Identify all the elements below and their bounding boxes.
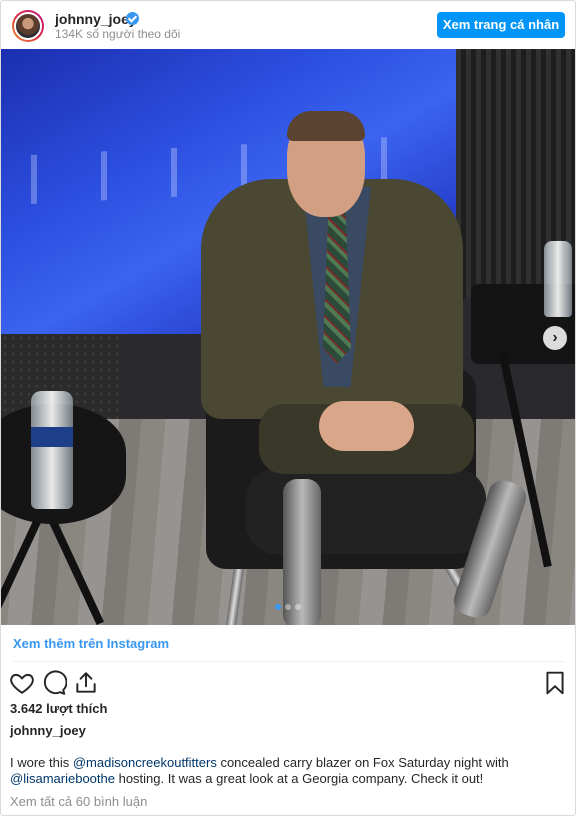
action-bar	[1, 668, 575, 698]
bookmark-icon[interactable]	[542, 670, 568, 696]
water-bottle-right	[544, 241, 572, 317]
heart-icon[interactable]	[9, 670, 35, 696]
follower-count: 134K số người theo dõi	[55, 27, 181, 41]
post-caption: I wore this @madisoncreekoutfitters conc…	[10, 755, 565, 787]
chair-seat	[246, 469, 486, 554]
view-profile-button[interactable]: Xem trang cá nhân	[437, 12, 565, 38]
person-hair	[287, 111, 365, 141]
mention-link[interactable]: @madisoncreekoutfitters	[73, 755, 217, 770]
caption-text: hosting. It was a great look at a Georgi…	[114, 771, 484, 786]
carousel-dot	[295, 604, 301, 610]
post-header: johnny_joey 134K số người theo dõi Xem t…	[1, 1, 575, 49]
caption-text: concealed carry blazer on Fox Saturday n…	[216, 755, 509, 770]
share-icon[interactable]	[73, 670, 99, 696]
view-all-comments-link[interactable]: Xem tất cả 60 bình luận	[10, 794, 147, 809]
carousel-dots	[271, 604, 311, 612]
carousel-dot	[285, 604, 291, 610]
water-bottle-left	[31, 391, 73, 509]
chevron-right-icon[interactable]: ›	[543, 326, 567, 350]
caption-text: I wore this	[10, 755, 73, 770]
username[interactable]: johnny_joey	[55, 11, 137, 27]
comment-bubble-icon[interactable]	[41, 670, 67, 696]
post-author[interactable]: johnny_joey	[10, 723, 86, 738]
carousel-dot	[275, 604, 281, 610]
avatar-image	[14, 12, 42, 40]
avatar[interactable]	[12, 10, 44, 42]
bottle-label	[31, 427, 73, 447]
post-photo[interactable]: ›	[1, 49, 575, 625]
instagram-embed: johnny_joey 134K số người theo dõi Xem t…	[0, 0, 576, 816]
person-hands	[319, 401, 414, 451]
like-count[interactable]: 3.642 lượt thích	[10, 701, 107, 716]
verified-badge-icon	[126, 12, 139, 25]
see-more-on-instagram-link[interactable]: Xem thêm trên Instagram	[13, 636, 169, 651]
divider	[13, 661, 565, 662]
mention-link[interactable]: @lisamarieboothe	[10, 771, 115, 786]
